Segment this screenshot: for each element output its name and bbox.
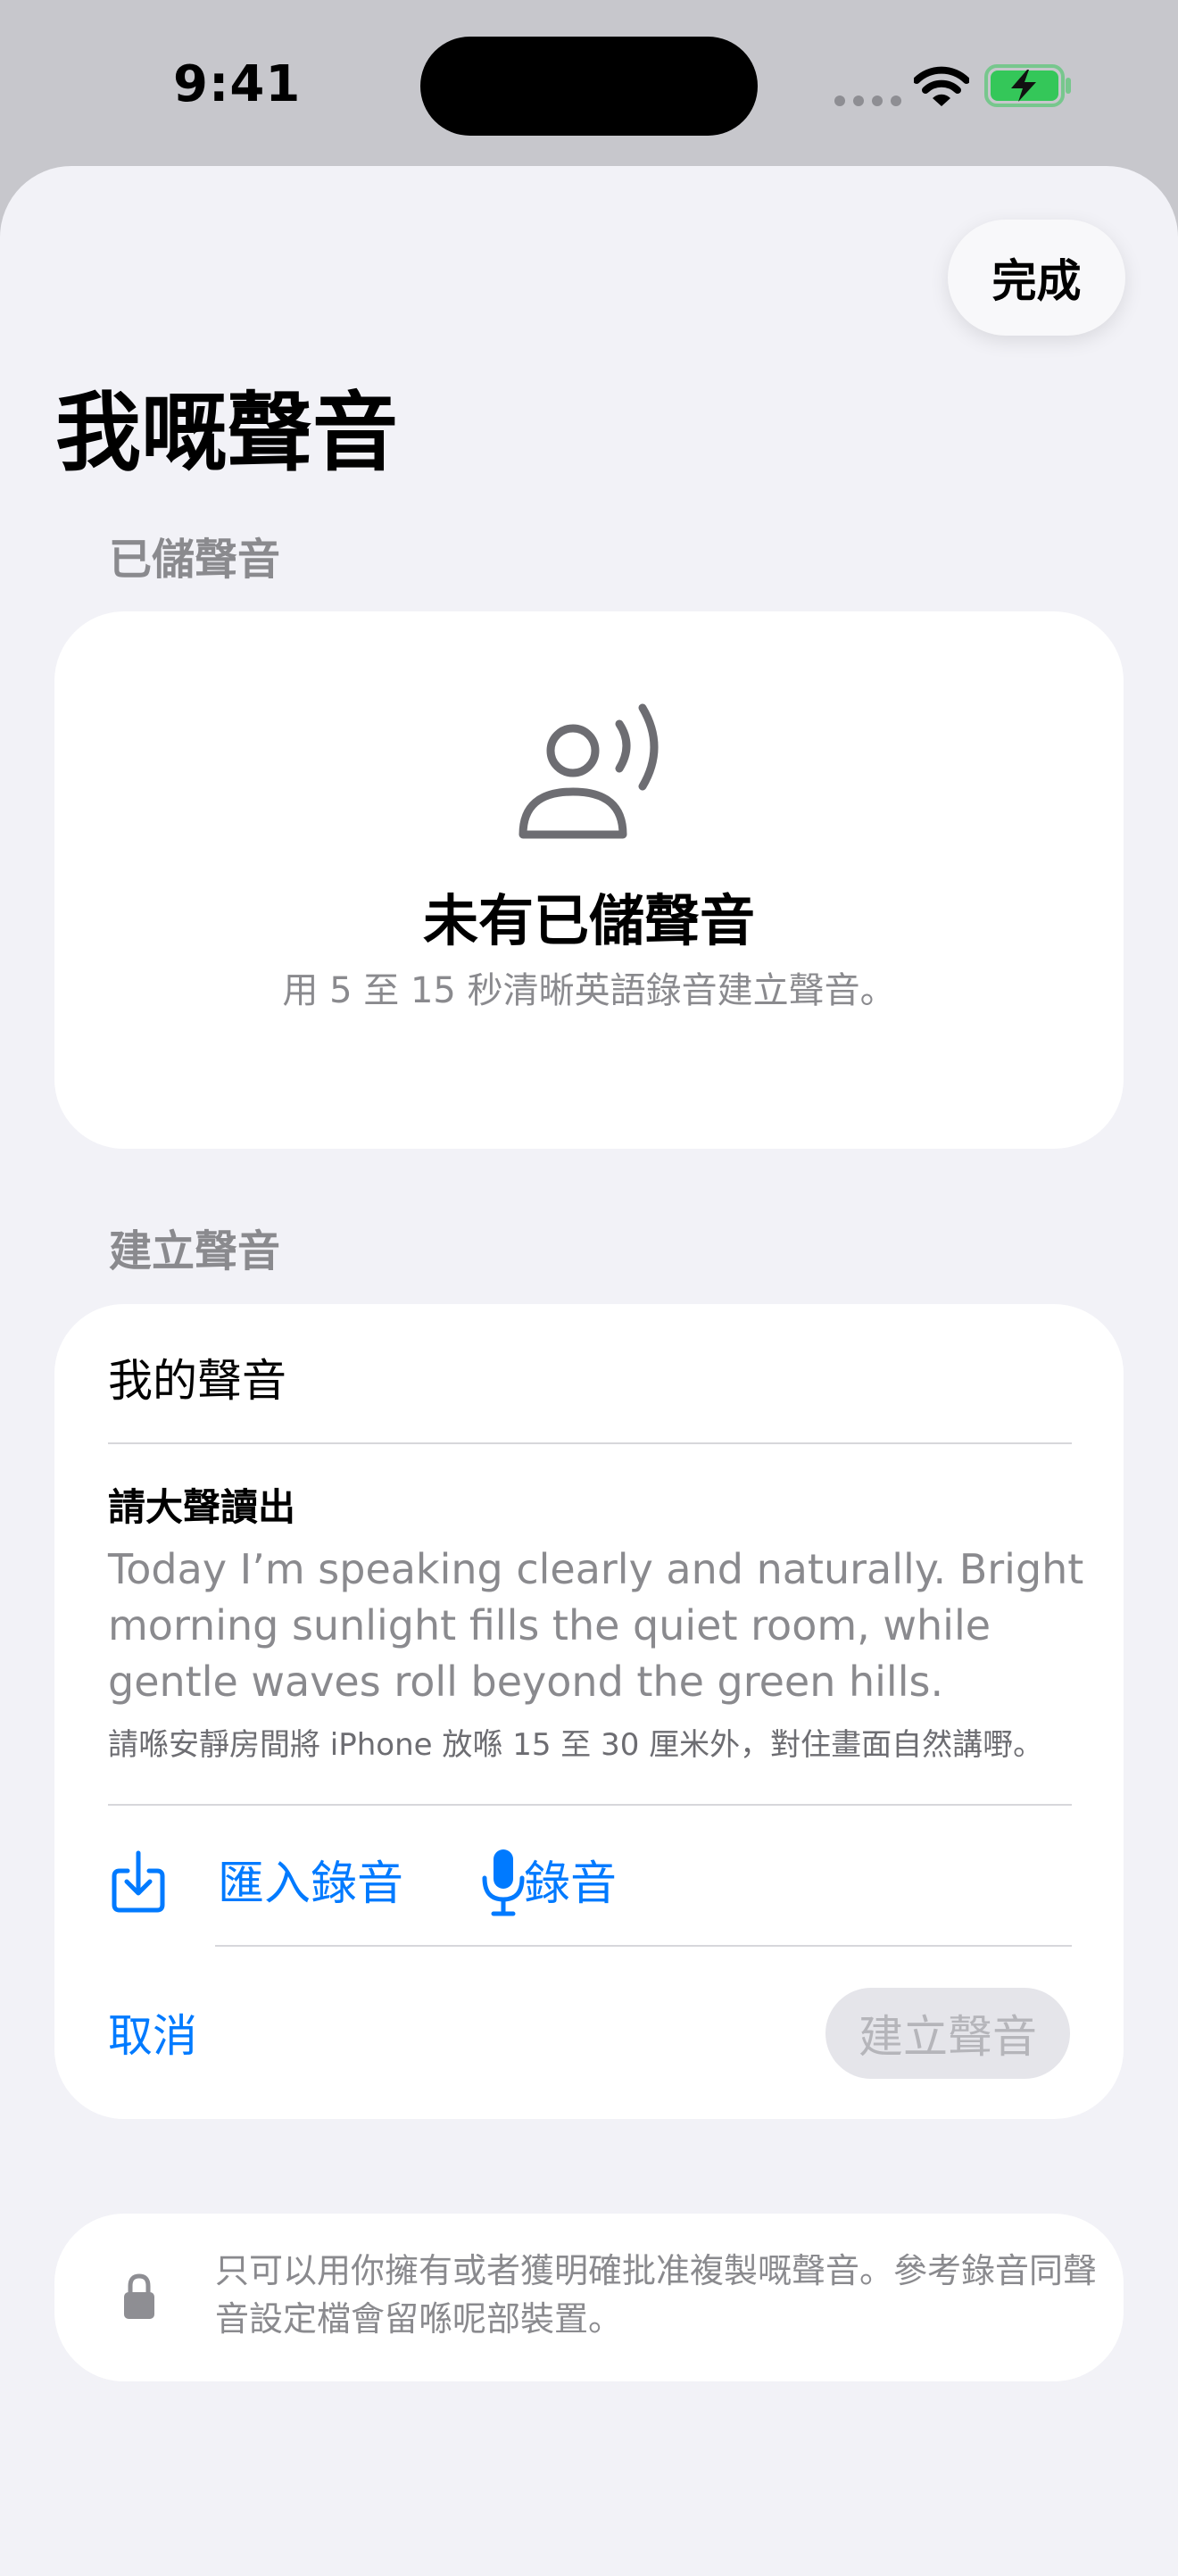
privacy-disclaimer-card: 只可以用你擁有或者獲明確批准複製嘅聲音。參考錄音同聲音設定檔會留喺呢部裝置。 [54, 2214, 1124, 2381]
divider [108, 1804, 1072, 1806]
microphone-icon[interactable] [480, 1848, 527, 1917]
signal-dots-icon [834, 96, 901, 106]
page-title: 我嘅聲音 [55, 383, 398, 483]
voice-name-field[interactable]: 我的聲音 [108, 1345, 1072, 1417]
create-voice-button[interactable]: 建立聲音 [825, 1988, 1070, 2079]
import-icon[interactable] [111, 1849, 166, 1914]
create-voice-header: 建立聲音 [109, 1226, 281, 1276]
record-button[interactable]: 錄音 [524, 1853, 617, 1915]
saved-voices-header: 已儲聲音 [109, 535, 281, 585]
status-bar: 9:41 [0, 0, 1178, 161]
battery-charging-icon [984, 64, 1071, 107]
done-button[interactable]: 完成 [948, 220, 1125, 336]
dynamic-island [420, 37, 758, 136]
voice-person-icon [518, 703, 659, 839]
wifi-icon [914, 66, 969, 106]
divider [108, 1442, 1072, 1444]
cancel-button[interactable]: 取消 [108, 2005, 197, 2067]
import-recording-button[interactable]: 匯入錄音 [218, 1853, 403, 1915]
privacy-disclaimer-text: 只可以用你擁有或者獲明確批准複製嘅聲音。參考錄音同聲音設定檔會留喺呢部裝置。 [215, 2251, 1098, 2339]
divider [215, 1945, 1072, 1947]
recording-hint: 請喺安靜房間將 iPhone 放喺 15 至 30 厘米外，對住畫面自然講嘢。 [108, 1727, 1044, 1763]
read-aloud-label: 請大聲讀出 [108, 1485, 296, 1529]
read-aloud-text: Today I’m speaking clearly and naturally… [108, 1545, 1084, 1706]
saved-voices-card: 未有已儲聲音 用 5 至 15 秒清晰英語錄音建立聲音。 [54, 611, 1124, 1149]
status-time: 9:41 [173, 55, 302, 113]
create-voice-card: 我的聲音 請大聲讀出 Today I’m speaking clearly an… [54, 1304, 1124, 2119]
empty-state-title: 未有已儲聲音 [422, 888, 755, 953]
empty-state-subtitle: 用 5 至 15 秒清晰英語錄音建立聲音。 [282, 970, 896, 1011]
lock-icon [124, 2273, 154, 2319]
